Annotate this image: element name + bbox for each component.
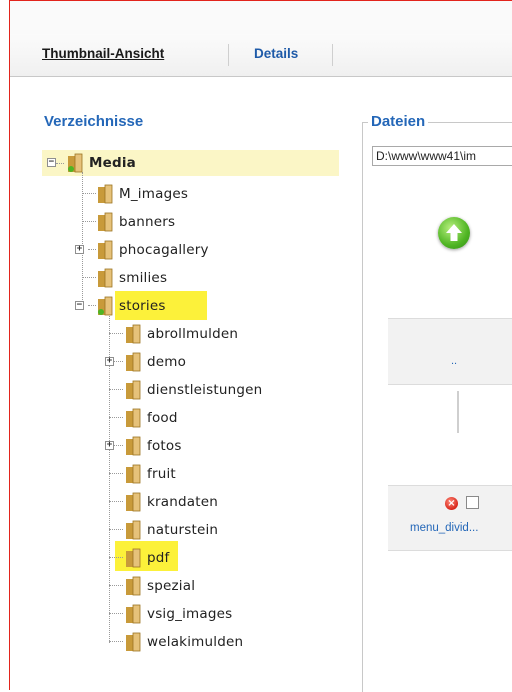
folder-icon [126,604,141,624]
folder-icon [98,212,113,232]
tree-node-label: smilies [119,270,168,286]
tree-connector [56,163,64,164]
tree-node-vsig-images[interactable]: vsig_images [124,602,232,626]
tree-node-abrollmulden[interactable]: abrollmulden [124,322,238,346]
tree-node-pdf[interactable]: pdf [124,546,170,570]
tree-node-fruit[interactable]: fruit [124,462,176,486]
folder-icon [126,408,141,428]
tree-node-label: welakimulden [147,634,244,650]
tree-node-media[interactable]: Media [66,151,136,175]
folder-icon [126,632,141,652]
collapse-toggle[interactable]: − [75,301,84,310]
tab-thumbnail-view[interactable]: Thumbnail-Ansicht [42,46,164,61]
parent-folder-tile[interactable] [388,318,512,385]
tree-connector [82,172,83,300]
top-strip [10,1,512,35]
tree-connector [88,305,96,306]
tree-node-label: abrollmulden [147,326,239,342]
tree-node-label: demo [147,354,187,370]
tree-connector [109,473,123,474]
tree-connector [109,557,123,558]
tree-node-label: naturstein [147,522,219,538]
folder-icon [126,548,141,568]
tree-connector [82,221,96,222]
tree-connector [109,641,123,642]
folder-icon [126,436,141,456]
tree-connector [109,585,123,586]
tree-node-label: krandaten [147,494,218,510]
tree-connector [109,333,123,334]
tree-node-naturstein[interactable]: naturstein [124,518,218,542]
tree-node-label: M_images [119,186,189,202]
files-fieldset-border [362,122,363,692]
folder-icon [126,492,141,512]
tree-node-food[interactable]: food [124,406,178,430]
expand-toggle[interactable]: + [105,357,114,366]
tree-connector [109,613,123,614]
folder-icon [98,268,113,288]
tree-node-phocagallery[interactable]: phocagallery [96,238,209,262]
tree-node-spezial[interactable]: spezial [124,574,195,598]
view-tab-bar: Thumbnail-Ansicht Details [10,34,512,77]
folder-icon [98,240,113,260]
tree-node-label: banners [119,214,176,230]
tab-details[interactable]: Details [254,46,298,61]
tree-connector [109,501,123,502]
tree-node-krandaten[interactable]: krandaten [124,490,218,514]
folder-icon [126,352,141,372]
tree-node-label: fotos [147,438,182,454]
open-folder-icon [68,153,83,173]
tree-node-label: stories [119,298,166,314]
tree-connector [109,389,123,390]
tree-node-label: fruit [147,466,176,482]
tree-node-stories[interactable]: stories [96,294,166,318]
tree-node-banners[interactable]: banners [96,210,175,234]
tree-node-label: spezial [147,578,196,594]
tree-connector [88,249,96,250]
parent-folder-link[interactable]: .. [451,355,457,367]
tab-separator [228,44,229,66]
tree-node-m_images[interactable]: M_images [96,182,188,206]
tree-node-smilies[interactable]: smilies [96,266,167,290]
folder-icon [126,324,141,344]
tab-separator [332,44,333,66]
current-path-field[interactable]: D:\www\www41\im [372,146,512,166]
file-tile [388,485,512,551]
expand-toggle[interactable]: + [105,441,114,450]
arrow-up-icon [446,224,462,241]
tree-node-label: food [147,410,178,426]
tree-connector [109,529,123,530]
file-select-checkbox[interactable] [466,496,479,509]
delete-icon[interactable]: × [445,497,458,510]
folder-icon [126,520,141,540]
file-name-link[interactable]: menu_divid... [410,522,478,534]
tree-node-dienstleistungen[interactable]: dienstleistungen [124,378,262,402]
directories-heading: Verzeichnisse [44,113,144,130]
tree-node-demo[interactable]: demo [124,350,186,374]
folder-icon [126,576,141,596]
tree-node-welakimulden[interactable]: welakimulden [124,630,243,654]
files-heading: Dateien [368,113,429,130]
expand-toggle[interactable]: + [75,245,84,254]
tree-node-label: Media [89,155,136,171]
folder-icon [126,464,141,484]
tree-connector [82,277,96,278]
tree-node-fotos[interactable]: fotos [124,434,182,458]
open-folder-icon [98,296,113,316]
tree-node-label: vsig_images [147,606,233,622]
tree-node-label: phocagallery [119,242,209,258]
tree-connector [82,193,96,194]
tree-node-label: pdf [147,550,170,566]
thumbnail-preview [457,391,459,433]
tree-node-label: dienstleistungen [147,382,263,398]
collapse-toggle[interactable]: − [47,158,56,167]
folder-icon [126,380,141,400]
folder-up-button[interactable] [438,217,470,249]
tree-connector [109,417,123,418]
folder-icon [98,184,113,204]
